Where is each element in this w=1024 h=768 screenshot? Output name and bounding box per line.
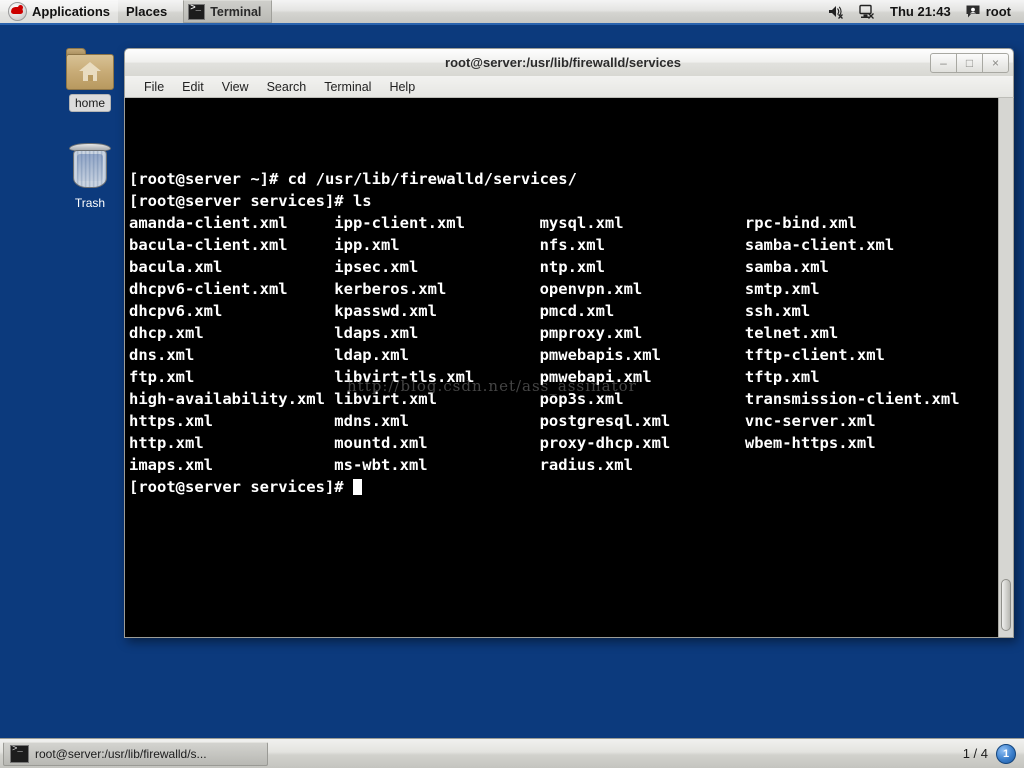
taskbar-item-label: root@server:/usr/lib/firewalld/s...	[35, 746, 207, 761]
desktop-icon-trash-label: Trash	[74, 196, 106, 210]
terminal-file-row: dhcp.xml ldaps.xml pmproxy.xml telnet.xm…	[129, 324, 839, 342]
terminal-scrollbar-thumb[interactable]	[1001, 579, 1011, 631]
menu-terminal[interactable]: Terminal	[315, 78, 380, 96]
workspace-indicator: 1 / 4	[962, 746, 988, 761]
minimize-button[interactable]: –	[930, 52, 957, 73]
applications-menu[interactable]: Applications	[0, 0, 119, 23]
menu-search[interactable]: Search	[258, 78, 316, 96]
menu-bar: File Edit View Search Terminal Help	[124, 76, 1014, 98]
terminal-file-row: imaps.xml ms-wbt.xml radius.xml	[129, 456, 633, 474]
desktop-icon-home-label: home	[68, 94, 112, 112]
trash-can-icon	[68, 143, 112, 191]
home-folder-icon	[66, 48, 114, 90]
network-disconnected-icon[interactable]	[852, 0, 883, 23]
terminal-icon	[10, 744, 29, 763]
bottom-panel: root@server:/usr/lib/firewalld/s... 1 / …	[0, 738, 1024, 768]
volume-muted-glyph	[829, 6, 843, 19]
terminal-scrollbar[interactable]	[998, 98, 1013, 637]
window-controls: – □ ×	[930, 52, 1009, 73]
terminal-file-row: http.xml mountd.xml proxy-dhcp.xml wbem-…	[129, 434, 876, 452]
network-glyph	[859, 4, 874, 19]
user-label: root	[985, 4, 1011, 19]
close-button[interactable]: ×	[982, 52, 1009, 73]
redhat-logo-icon	[8, 2, 27, 21]
desktop-icon-home[interactable]: home	[50, 48, 130, 112]
user-account-icon	[966, 5, 980, 18]
terminal-screen[interactable]: [root@server ~]# cd /usr/lib/firewalld/s…	[125, 98, 998, 637]
terminal-prompt-line: [root@server services]#	[129, 476, 998, 498]
maximize-button[interactable]: □	[956, 52, 983, 73]
terminal-icon	[188, 3, 206, 20]
places-menu[interactable]: Places	[118, 0, 175, 23]
terminal-window: root@server:/usr/lib/firewalld/services …	[124, 48, 1014, 638]
terminal-file-row: high-availability.xml libvirt.xml pop3s.…	[129, 390, 960, 408]
top-panel: Applications Places Terminal	[0, 0, 1024, 25]
menu-file[interactable]: File	[135, 78, 173, 96]
volume-muted-icon[interactable]	[821, 0, 852, 23]
terminal-command-line-1: [root@server services]# ls	[129, 192, 372, 210]
menu-help[interactable]: Help	[380, 78, 424, 96]
places-menu-label: Places	[126, 4, 168, 19]
terminal-file-row: ftp.xml libvirt-tls.xml pmwebapi.xml tft…	[129, 368, 820, 386]
terminal-file-row: bacula-client.xml ipp.xml nfs.xml samba-…	[129, 236, 895, 254]
applications-menu-label: Applications	[32, 4, 111, 19]
terminal-command-line-0: [root@server ~]# cd /usr/lib/firewalld/s…	[129, 170, 577, 188]
menu-view[interactable]: View	[213, 78, 258, 96]
terminal-file-row: amanda-client.xml ipp-client.xml mysql.x…	[129, 214, 857, 232]
workspace-area: 1 / 4 1	[962, 743, 1024, 764]
terminal-output: [root@server ~]# cd /usr/lib/firewalld/s…	[129, 168, 998, 498]
window-title: root@server:/usr/lib/firewalld/services	[445, 55, 681, 70]
window-list: Terminal	[183, 0, 273, 23]
title-bar[interactable]: root@server:/usr/lib/firewalld/services …	[124, 48, 1014, 76]
terminal-file-row: bacula.xml ipsec.xml ntp.xml samba.xml	[129, 258, 829, 276]
taskbar-item-terminal[interactable]: root@server:/usr/lib/firewalld/s...	[3, 741, 268, 766]
desktop-icon-trash[interactable]: Trash	[50, 143, 130, 211]
terminal-file-row: https.xml mdns.xml postgresql.xml vnc-se…	[129, 412, 876, 430]
terminal-file-row: dns.xml ldap.xml pmwebapis.xml tftp-clie…	[129, 346, 885, 364]
terminal-cursor	[352, 479, 362, 495]
system-tray: Thu 21:43 root	[821, 0, 1024, 23]
terminal-body: [root@server ~]# cd /usr/lib/firewalld/s…	[124, 98, 1014, 638]
terminal-file-row: dhcpv6.xml kpasswd.xml pmcd.xml ssh.xml	[129, 302, 811, 320]
user-menu[interactable]: root	[958, 0, 1018, 23]
terminal-prompt: [root@server services]#	[129, 478, 353, 496]
workspace-switcher-button[interactable]: 1	[996, 743, 1016, 764]
terminal-file-row: dhcpv6-client.xml kerberos.xml openvpn.x…	[129, 280, 820, 298]
clock[interactable]: Thu 21:43	[883, 0, 958, 23]
panel-menu-group: Applications Places Terminal	[0, 0, 273, 23]
window-list-item-terminal[interactable]: Terminal	[183, 0, 273, 23]
clock-label: Thu 21:43	[890, 4, 951, 19]
window-list-item-label: Terminal	[210, 4, 262, 19]
menu-edit[interactable]: Edit	[173, 78, 213, 96]
